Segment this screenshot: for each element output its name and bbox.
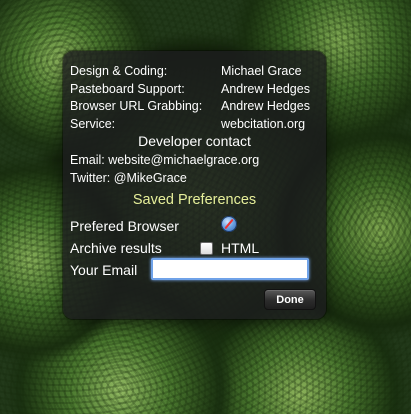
credit-name: Andrew Hedges — [221, 99, 310, 113]
credit-row: Pasteboard Support: Andrew Hedges — [70, 82, 320, 100]
credits-list: Design & Coding: Michael Grace Pasteboar… — [70, 64, 320, 134]
credit-role: Pasteboard Support: — [70, 81, 185, 96]
preferences-panel: Design & Coding: Michael Grace Pasteboar… — [63, 51, 326, 319]
archive-html-checkbox[interactable] — [200, 242, 213, 255]
saved-preferences-heading: Saved Preferences — [132, 192, 257, 208]
developer-contact-heading: Developer contact — [138, 133, 251, 149]
credit-row: Browser URL Grabbing: Andrew Hedges — [70, 99, 320, 117]
credit-name: webcitation.org — [221, 116, 306, 131]
credit-row: Design & Coding: Michael Grace — [70, 64, 320, 82]
credit-role: Design & Coding: — [70, 64, 168, 78]
developer-email: Email: website@michaelgrace.org — [70, 153, 260, 167]
developer-twitter: Twitter: @MikeGrace — [70, 171, 187, 185]
credit-role: Service: — [70, 116, 116, 131]
credit-name: Andrew Hedges — [221, 81, 310, 96]
your-email-label: Your Email — [70, 262, 138, 278]
archive-html-label: HTML — [221, 240, 260, 256]
done-button[interactable]: Done — [264, 289, 316, 310]
preferred-browser-label: Prefered Browser — [70, 218, 179, 234]
credit-role: Browser URL Grabbing: — [70, 99, 203, 113]
email-field[interactable] — [151, 258, 309, 280]
archive-results-label: Archive results — [70, 240, 162, 256]
safari-compass-icon[interactable] — [221, 216, 237, 232]
credit-row: Service: webcitation.org — [70, 117, 320, 135]
credit-name: Michael Grace — [221, 64, 302, 78]
